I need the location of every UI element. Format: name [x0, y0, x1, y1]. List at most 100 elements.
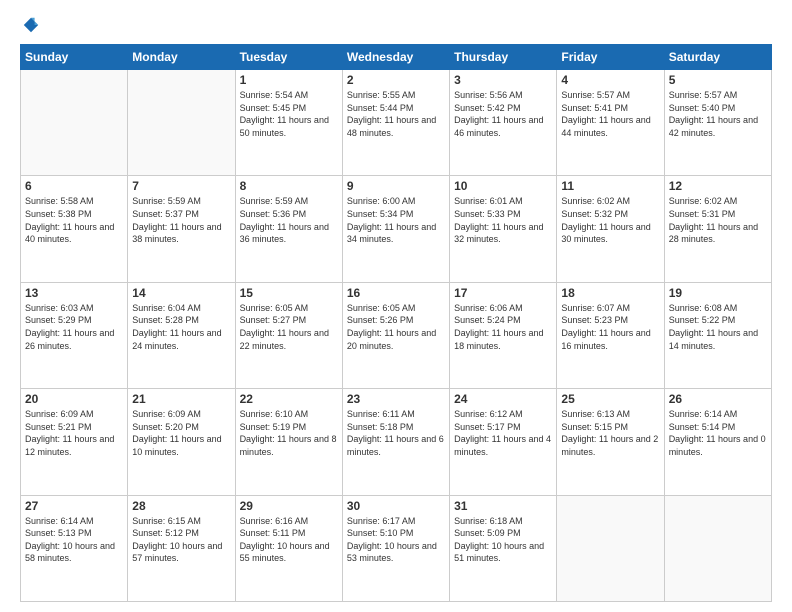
day-info: Sunrise: 5:58 AMSunset: 5:38 PMDaylight:…	[25, 195, 123, 245]
day-info: Sunrise: 5:57 AMSunset: 5:41 PMDaylight:…	[561, 89, 659, 139]
calendar-cell: 16 Sunrise: 6:05 AMSunset: 5:26 PMDayligh…	[342, 282, 449, 388]
calendar-cell: 25 Sunrise: 6:13 AMSunset: 5:15 PMDayligh…	[557, 389, 664, 495]
calendar-cell	[664, 495, 771, 601]
day-number: 14	[132, 286, 230, 300]
day-header-tuesday: Tuesday	[235, 45, 342, 70]
day-info: Sunrise: 6:12 AMSunset: 5:17 PMDaylight:…	[454, 408, 552, 458]
day-number: 20	[25, 392, 123, 406]
day-info: Sunrise: 6:08 AMSunset: 5:22 PMDaylight:…	[669, 302, 767, 352]
calendar-cell: 27Sunrise: 6:14 AMSunset: 5:13 PMDayligh…	[21, 495, 128, 601]
day-info: Sunrise: 6:02 AMSunset: 5:31 PMDaylight:…	[669, 195, 767, 245]
calendar-cell: 29 Sunrise: 6:16 AMSunset: 5:11 PMDayligh…	[235, 495, 342, 601]
calendar-cell: 19 Sunrise: 6:08 AMSunset: 5:22 PMDayligh…	[664, 282, 771, 388]
day-number: 30	[347, 499, 445, 513]
day-number: 22	[240, 392, 338, 406]
header	[20, 16, 772, 34]
day-header-friday: Friday	[557, 45, 664, 70]
day-number: 2	[347, 73, 445, 87]
calendar-cell: 30 Sunrise: 6:17 AMSunset: 5:10 PMDayligh…	[342, 495, 449, 601]
day-number: 19	[669, 286, 767, 300]
calendar-cell: 4Sunrise: 5:57 AMSunset: 5:41 PMDaylight…	[557, 70, 664, 176]
day-number: 12	[669, 179, 767, 193]
day-header-saturday: Saturday	[664, 45, 771, 70]
day-info: Sunrise: 6:13 AMSunset: 5:15 PMDaylight:…	[561, 408, 659, 458]
calendar-cell: 10 Sunrise: 6:01 AMSunset: 5:33 PMDayligh…	[450, 176, 557, 282]
day-info: Sunrise: 6:05 AMSunset: 5:27 PMDaylight:…	[240, 302, 338, 352]
day-info: Sunrise: 6:09 AMSunset: 5:20 PMDaylight:…	[132, 408, 230, 458]
calendar-cell: 6 Sunrise: 5:58 AMSunset: 5:38 PMDaylight…	[21, 176, 128, 282]
day-header-monday: Monday	[128, 45, 235, 70]
day-number: 9	[347, 179, 445, 193]
calendar-cell: 18 Sunrise: 6:07 AMSunset: 5:23 PMDayligh…	[557, 282, 664, 388]
day-number: 29	[240, 499, 338, 513]
week-row-1: 6 Sunrise: 5:58 AMSunset: 5:38 PMDaylight…	[21, 176, 772, 282]
calendar-cell: 7 Sunrise: 5:59 AMSunset: 5:37 PMDaylight…	[128, 176, 235, 282]
calendar-cell: 21Sunrise: 6:09 AMSunset: 5:20 PMDayligh…	[128, 389, 235, 495]
logo	[20, 16, 40, 34]
day-number: 13	[25, 286, 123, 300]
day-number: 17	[454, 286, 552, 300]
day-info: Sunrise: 5:59 AMSunset: 5:36 PMDaylight:…	[240, 195, 338, 245]
day-info: Sunrise: 5:59 AMSunset: 5:37 PMDaylight:…	[132, 195, 230, 245]
day-number: 31	[454, 499, 552, 513]
week-row-0: 1 Sunrise: 5:54 AMSunset: 5:45 PMDaylight…	[21, 70, 772, 176]
calendar-cell: 11 Sunrise: 6:02 AMSunset: 5:32 PMDayligh…	[557, 176, 664, 282]
week-row-4: 27Sunrise: 6:14 AMSunset: 5:13 PMDayligh…	[21, 495, 772, 601]
calendar-cell: 9 Sunrise: 6:00 AMSunset: 5:34 PMDaylight…	[342, 176, 449, 282]
day-info: Sunrise: 6:17 AMSunset: 5:10 PMDaylight:…	[347, 515, 445, 565]
day-info: Sunrise: 6:00 AMSunset: 5:34 PMDaylight:…	[347, 195, 445, 245]
calendar-cell: 23Sunrise: 6:11 AMSunset: 5:18 PMDayligh…	[342, 389, 449, 495]
day-info: Sunrise: 6:01 AMSunset: 5:33 PMDaylight:…	[454, 195, 552, 245]
calendar-cell: 31 Sunrise: 6:18 AMSunset: 5:09 PMDayligh…	[450, 495, 557, 601]
day-number: 26	[669, 392, 767, 406]
day-info: Sunrise: 6:04 AMSunset: 5:28 PMDaylight:…	[132, 302, 230, 352]
day-number: 7	[132, 179, 230, 193]
calendar-cell: 8Sunrise: 5:59 AMSunset: 5:36 PMDaylight…	[235, 176, 342, 282]
calendar-header-row: SundayMondayTuesdayWednesdayThursdayFrid…	[21, 45, 772, 70]
day-number: 28	[132, 499, 230, 513]
day-number: 10	[454, 179, 552, 193]
calendar-cell: 15Sunrise: 6:05 AMSunset: 5:27 PMDayligh…	[235, 282, 342, 388]
calendar-cell: 26 Sunrise: 6:14 AMSunset: 5:14 PMDayligh…	[664, 389, 771, 495]
day-info: Sunrise: 6:14 AMSunset: 5:13 PMDaylight:…	[25, 515, 123, 565]
day-info: Sunrise: 6:16 AMSunset: 5:11 PMDaylight:…	[240, 515, 338, 565]
calendar-cell: 20 Sunrise: 6:09 AMSunset: 5:21 PMDayligh…	[21, 389, 128, 495]
calendar-cell: 13 Sunrise: 6:03 AMSunset: 5:29 PMDayligh…	[21, 282, 128, 388]
day-info: Sunrise: 6:02 AMSunset: 5:32 PMDaylight:…	[561, 195, 659, 245]
calendar-cell: 1 Sunrise: 5:54 AMSunset: 5:45 PMDaylight…	[235, 70, 342, 176]
day-info: Sunrise: 6:06 AMSunset: 5:24 PMDaylight:…	[454, 302, 552, 352]
day-info: Sunrise: 6:10 AMSunset: 5:19 PMDaylight:…	[240, 408, 338, 458]
day-info: Sunrise: 6:05 AMSunset: 5:26 PMDaylight:…	[347, 302, 445, 352]
page: SundayMondayTuesdayWednesdayThursdayFrid…	[0, 0, 792, 612]
week-row-3: 20 Sunrise: 6:09 AMSunset: 5:21 PMDayligh…	[21, 389, 772, 495]
day-info: Sunrise: 6:14 AMSunset: 5:14 PMDaylight:…	[669, 408, 767, 458]
day-info: Sunrise: 6:15 AMSunset: 5:12 PMDaylight:…	[132, 515, 230, 565]
day-number: 5	[669, 73, 767, 87]
calendar-cell: 2Sunrise: 5:55 AMSunset: 5:44 PMDaylight…	[342, 70, 449, 176]
calendar-cell: 3Sunrise: 5:56 AMSunset: 5:42 PMDaylight…	[450, 70, 557, 176]
day-info: Sunrise: 6:03 AMSunset: 5:29 PMDaylight:…	[25, 302, 123, 352]
day-number: 6	[25, 179, 123, 193]
day-number: 18	[561, 286, 659, 300]
week-row-2: 13 Sunrise: 6:03 AMSunset: 5:29 PMDayligh…	[21, 282, 772, 388]
day-number: 11	[561, 179, 659, 193]
day-info: Sunrise: 5:56 AMSunset: 5:42 PMDaylight:…	[454, 89, 552, 139]
day-header-wednesday: Wednesday	[342, 45, 449, 70]
day-info: Sunrise: 6:09 AMSunset: 5:21 PMDaylight:…	[25, 408, 123, 458]
day-info: Sunrise: 5:54 AMSunset: 5:45 PMDaylight:…	[240, 89, 338, 139]
day-info: Sunrise: 6:07 AMSunset: 5:23 PMDaylight:…	[561, 302, 659, 352]
logo-icon	[22, 16, 40, 34]
calendar-cell: 22 Sunrise: 6:10 AMSunset: 5:19 PMDayligh…	[235, 389, 342, 495]
calendar-cell: 28 Sunrise: 6:15 AMSunset: 5:12 PMDayligh…	[128, 495, 235, 601]
day-number: 25	[561, 392, 659, 406]
day-number: 1	[240, 73, 338, 87]
day-number: 16	[347, 286, 445, 300]
day-info: Sunrise: 6:18 AMSunset: 5:09 PMDaylight:…	[454, 515, 552, 565]
day-number: 23	[347, 392, 445, 406]
day-info: Sunrise: 5:57 AMSunset: 5:40 PMDaylight:…	[669, 89, 767, 139]
day-number: 24	[454, 392, 552, 406]
day-header-sunday: Sunday	[21, 45, 128, 70]
calendar-cell	[128, 70, 235, 176]
calendar-cell: 5 Sunrise: 5:57 AMSunset: 5:40 PMDaylight…	[664, 70, 771, 176]
calendar-cell: 24 Sunrise: 6:12 AMSunset: 5:17 PMDayligh…	[450, 389, 557, 495]
